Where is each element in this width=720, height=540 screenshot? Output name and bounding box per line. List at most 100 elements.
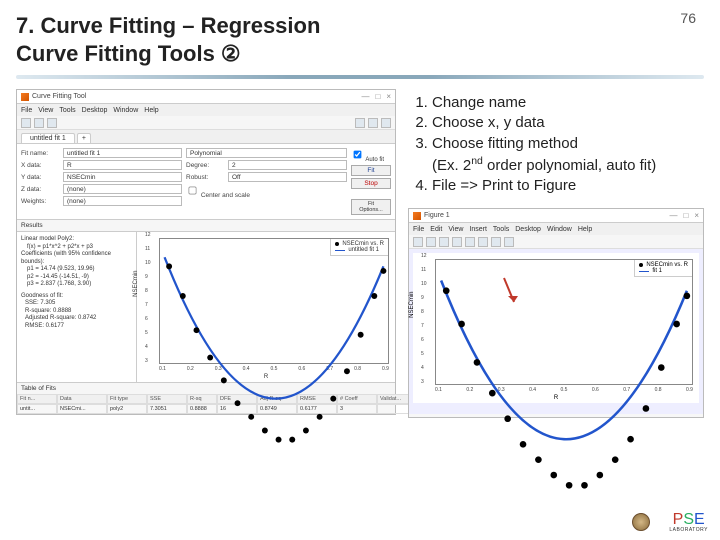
figure-plot[interactable]: NSECmin vs. R fit 1 NSECmin R 1211109876…: [413, 253, 699, 403]
instructions: Change name Choose x, y data Choose fitt…: [408, 89, 704, 208]
tof-col-0[interactable]: Fit n...: [17, 394, 57, 404]
menu-file[interactable]: File: [21, 107, 32, 114]
gof-1: Goodness of fit:: [21, 293, 132, 301]
fig-menu-tools[interactable]: Tools: [493, 226, 509, 233]
instruction-2: Choose x, y data: [432, 113, 702, 133]
degree-label: Degree:: [186, 162, 224, 169]
xdata-select[interactable]: R: [63, 160, 182, 170]
config-right: Auto fit Fit Stop Fit Options...: [351, 148, 391, 215]
minimize-icon[interactable]: —: [669, 211, 677, 220]
fig-menu-insert[interactable]: Insert: [469, 226, 487, 233]
fig-arrow-icon[interactable]: [452, 237, 462, 247]
maximize-icon[interactable]: □: [375, 92, 380, 101]
fig-save-icon[interactable]: [426, 237, 436, 247]
title-line1: 7. Curve Fitting – Regression: [16, 13, 320, 38]
menu-window[interactable]: Window: [113, 107, 138, 114]
pse-lab: LABORATORY: [669, 528, 708, 533]
figure-window: Figure 1 — □ × File Edit View Insert Too…: [408, 208, 704, 418]
open-icon[interactable]: [21, 118, 31, 128]
config-mid: Polynomial Degree: 2 Robust: Off Center an…: [186, 148, 347, 215]
fig-print-icon[interactable]: [439, 237, 449, 247]
tof-col-2[interactable]: Fit type: [107, 394, 147, 404]
save-icon[interactable]: [34, 118, 44, 128]
close-icon[interactable]: ×: [694, 211, 699, 220]
res-l1: Linear model Poly2:: [21, 236, 132, 244]
fig-rotate-icon[interactable]: [504, 237, 514, 247]
figure-menubar: File Edit View Insert Tools Desktop Wind…: [409, 223, 703, 235]
red-arrow: [500, 278, 520, 308]
center-checkbox[interactable]: [189, 187, 197, 195]
config-panel: Fit name:untitled fit 1 X data:R Y data:…: [17, 144, 395, 219]
title-underline: [16, 75, 704, 79]
degree-select[interactable]: 2: [228, 160, 347, 170]
center-label: Center and scale: [201, 192, 250, 199]
figure-title: Figure 1: [424, 212, 450, 219]
fit-options-button[interactable]: Fit Options...: [351, 199, 391, 215]
figure-plot-container: NSECmin vs. R fit 1 NSECmin R 1211109876…: [409, 249, 703, 414]
layout3-icon[interactable]: [381, 118, 391, 128]
right-column: Change name Choose x, y data Choose fitt…: [408, 89, 704, 418]
add-fit-tab[interactable]: +: [77, 133, 91, 143]
cftool-titlebar[interactable]: Curve Fitting Tool — □ ×: [17, 90, 395, 104]
left-column: Curve Fitting Tool — □ × File View Tools…: [16, 89, 396, 418]
stop-button[interactable]: Stop: [351, 178, 391, 189]
maximize-icon[interactable]: □: [683, 211, 688, 220]
grid-icon[interactable]: [355, 118, 365, 128]
menu-tools[interactable]: Tools: [59, 107, 75, 114]
cftool-title: Curve Fitting Tool: [32, 93, 86, 100]
fig-yticks: 1211109876543: [421, 253, 427, 385]
robust-label: Robust:: [186, 174, 224, 181]
weights-select[interactable]: (none): [63, 196, 182, 206]
fig-menu-edit[interactable]: Edit: [430, 226, 442, 233]
tof-row-1: NSECmi...: [57, 404, 107, 414]
emblem-icon: [632, 513, 650, 531]
close-icon[interactable]: ×: [386, 92, 391, 101]
res-l6: p3 = 2.837 (1.768, 3.90): [21, 281, 132, 289]
fit-tab-1[interactable]: untitled fit 1: [21, 133, 75, 143]
cftool-window: Curve Fitting Tool — □ × File View Tools…: [16, 89, 396, 415]
tof-col-1[interactable]: Data: [57, 394, 107, 404]
res-l4: p1 = 14.74 (9.523, 19.96): [21, 266, 132, 274]
fig-menu-desktop[interactable]: Desktop: [515, 226, 541, 233]
menu-help[interactable]: Help: [144, 107, 158, 114]
figure-titlebar[interactable]: Figure 1 — □ ×: [409, 209, 703, 223]
menu-view[interactable]: View: [38, 107, 53, 114]
fig-zoomin-icon[interactable]: [465, 237, 475, 247]
instruction-3b-sup: nd: [471, 155, 483, 167]
menu-desktop[interactable]: Desktop: [82, 107, 108, 114]
fig-pan-icon[interactable]: [491, 237, 501, 247]
fig-menu-help[interactable]: Help: [578, 226, 592, 233]
fig-menu-file[interactable]: File: [413, 226, 424, 233]
fig-ylabel: NSECmin: [409, 292, 415, 318]
print-icon[interactable]: [47, 118, 57, 128]
minimize-icon[interactable]: —: [361, 92, 369, 101]
pse-e: E: [694, 511, 705, 528]
cftool-menubar: File View Tools Desktop Window Help: [17, 104, 395, 116]
instruction-4: File => Print to Figure: [432, 176, 702, 196]
gof-5: RMSE: 0.6177: [21, 323, 132, 331]
res-l3: Coefficients (with 95% confidence bounds…: [21, 251, 132, 266]
tof-row-0[interactable]: untit...: [17, 404, 57, 414]
fig-zoomout-icon[interactable]: [478, 237, 488, 247]
instruction-3a: Choose fitting method: [432, 135, 578, 152]
fitname-input[interactable]: untitled fit 1: [63, 148, 182, 158]
res-l2: f(x) = p1*x^2 + p2*x + p3: [21, 244, 132, 252]
zdata-select[interactable]: (none): [63, 184, 182, 194]
fig-plot-box: [435, 259, 693, 385]
fig-new-icon[interactable]: [413, 237, 423, 247]
fit-button[interactable]: Fit: [351, 165, 391, 176]
cftool-plot[interactable]: NSECmin vs. R untitled fit 1 NSECmin R 1…: [137, 232, 395, 382]
fit-curve: [160, 239, 388, 467]
robust-select[interactable]: Off: [228, 172, 347, 182]
xdata-label: X data:: [21, 162, 59, 169]
autofit-checkbox[interactable]: [354, 151, 362, 159]
fit-tabs: untitled fit 1 +: [17, 130, 395, 144]
fig-menu-view[interactable]: View: [448, 226, 463, 233]
results-text: Linear model Poly2: f(x) = p1*x^2 + p2*x…: [17, 232, 137, 382]
title-line2: Curve Fitting Tools ②: [16, 41, 241, 66]
method-select[interactable]: Polynomial: [186, 148, 347, 158]
layout2-icon[interactable]: [368, 118, 378, 128]
ydata-select[interactable]: NSECmin: [63, 172, 182, 182]
instruction-3: Choose fitting method (Ex. 2nd order pol…: [432, 134, 702, 177]
fig-menu-window[interactable]: Window: [547, 226, 572, 233]
